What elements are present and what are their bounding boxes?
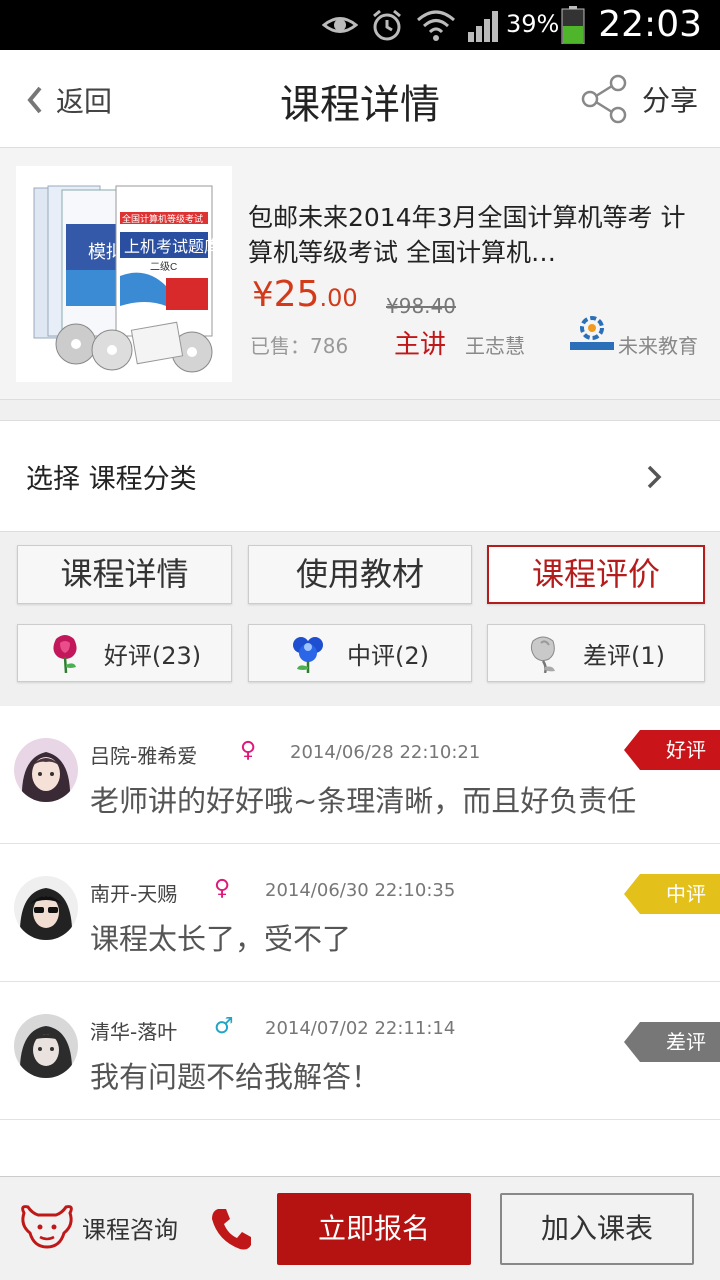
alarm-icon [373, 9, 401, 41]
product-image: 模拟 全国计算机等级考试 上机考试题库 二级C [16, 166, 232, 382]
tab-course-details[interactable]: 课程详情 [17, 545, 232, 604]
review-time: 2014/06/30 22:10:35 [265, 880, 456, 901]
review-username: 清华-落叶 [90, 1020, 178, 1044]
review-badge-neutral: 中评 [624, 874, 720, 914]
avatar [14, 1014, 78, 1078]
price-symbol: ¥ [252, 275, 274, 315]
cover-text-4: 二级C [150, 261, 177, 273]
male-icon: ♂ [214, 1014, 234, 1039]
tab-course-reviews[interactable]: 课程评价 [487, 545, 705, 604]
add-to-schedule-button[interactable]: 加入课表 [500, 1193, 694, 1265]
category-label: 选择 课程分类 [26, 464, 197, 495]
status-bar: 39% 22:03 [0, 0, 720, 50]
price-integer: 25 [273, 274, 320, 315]
lecturer-label: 主讲 [394, 330, 447, 360]
phone-icon[interactable] [210, 1207, 252, 1251]
price-decimal: .00 [319, 284, 358, 312]
female-icon: ♀ [214, 876, 231, 901]
review-badge-negative: 差评 [624, 1022, 720, 1062]
filter-negative-button[interactable]: 差评(1) [487, 624, 705, 682]
cover-text-1: 全国计算机等级考试 [122, 213, 203, 224]
org-logo-icon [570, 316, 614, 350]
enroll-button[interactable]: 立即报名 [277, 1193, 471, 1265]
review-badge-positive: 好评 [624, 730, 720, 770]
rose-icon [53, 635, 77, 673]
review-item[interactable]: 吕院-雅希爱 ♀ 2014/06/28 22:10:21 老师讲的好好哦~条理清… [0, 706, 720, 844]
battery-icon [561, 6, 585, 44]
review-time: 2014/07/02 22:11:14 [265, 1018, 456, 1039]
eye-icon [322, 17, 358, 33]
review-username: 吕院-雅希爱 [90, 744, 198, 768]
filter-negative-label: 差评(1) [583, 641, 665, 670]
sold-count: 已售：786 [250, 334, 349, 358]
cover-text-2: 上机考试题库 [124, 238, 220, 256]
review-item[interactable]: 南开-天赐 ♀ 2014/06/30 22:10:35 课程太长了，受不了 中评 [0, 844, 720, 982]
review-text: 课程太长了，受不了 [90, 922, 352, 956]
female-icon: ♀ [240, 738, 257, 763]
share-button[interactable]: 分享 [580, 74, 698, 124]
avatar [14, 876, 78, 940]
bull-logo-icon [21, 1205, 73, 1249]
avatar [14, 738, 78, 802]
tab-textbooks[interactable]: 使用教材 [248, 545, 472, 604]
battery-percent: 39% [506, 10, 560, 38]
filter-positive-label: 好评(23) [103, 641, 202, 670]
review-text: 老师讲的好好哦~条理清晰，而且好负责任 [90, 784, 637, 818]
consult-label: 课程咨询 [82, 1215, 178, 1244]
nav-bar: 返回 课程详情 分享 [0, 50, 720, 148]
filter-positive-button[interactable]: 好评(23) [17, 624, 232, 682]
wifi-icon [417, 10, 455, 41]
share-icon [581, 74, 627, 124]
filter-neutral-button[interactable]: 中评(2) [248, 624, 472, 682]
lecturer-name: 王志慧 [465, 334, 525, 358]
consult-button[interactable]: 课程咨询 [18, 1203, 178, 1251]
org-name: 未来教育 [618, 334, 698, 358]
review-username: 南开-天赐 [90, 882, 178, 906]
review-text: 我有问题不给我解答！ [90, 1060, 381, 1094]
review-item[interactable]: 清华-落叶 ♂ 2014/07/02 22:11:14 我有问题不给我解答！ 差… [0, 982, 720, 1120]
signal-icon [468, 11, 498, 42]
filter-neutral-label: 中评(2) [347, 641, 429, 670]
wilted-flower-icon [530, 636, 555, 673]
share-label: 分享 [641, 84, 698, 117]
chevron-right-icon [647, 465, 662, 489]
current-price: ¥25.00 [252, 274, 358, 315]
review-time: 2014/06/28 22:10:21 [290, 742, 481, 763]
course-category-selector[interactable]: 选择 课程分类 [0, 420, 720, 532]
bottom-action-bar: 课程咨询 立即报名 加入课表 [0, 1176, 720, 1280]
review-list: 吕院-雅希爱 ♀ 2014/06/28 22:10:21 老师讲的好好哦~条理清… [0, 706, 720, 1176]
product-name: 包邮未来2014年3月全国计算机等考 计算机等级考试 全国计算机… [248, 203, 686, 267]
product-card[interactable]: 模拟 全国计算机等级考试 上机考试题库 二级C 包邮未来2014年3月全国计算机… [0, 148, 720, 400]
clock: 22:03 [598, 4, 702, 45]
original-price: ¥98.40 [386, 294, 456, 318]
blue-flower-icon [293, 637, 323, 673]
